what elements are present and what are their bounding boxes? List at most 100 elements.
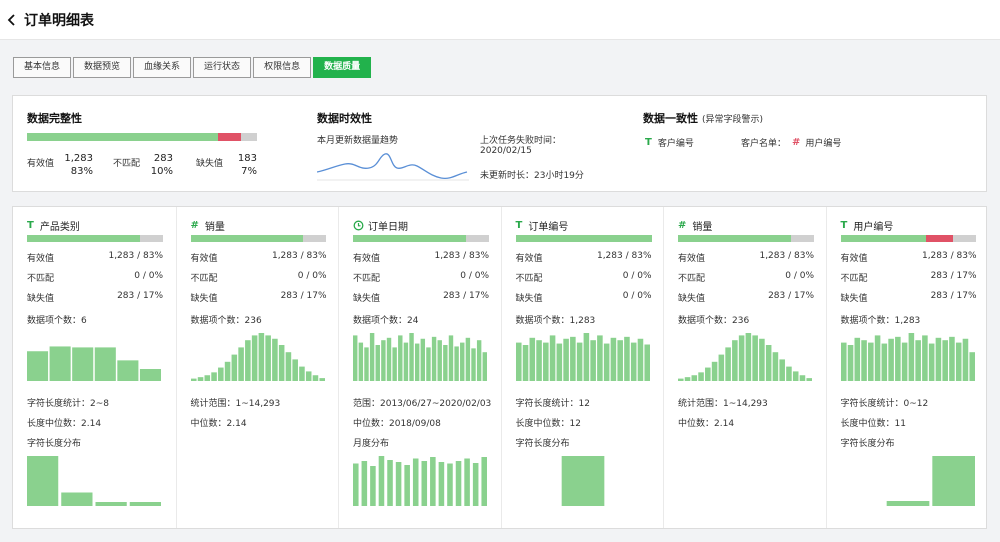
histogram-bar <box>738 335 745 381</box>
histogram-bar <box>854 337 860 381</box>
histogram-bar <box>616 340 623 381</box>
missing-row: 缺失值 283 / 17% <box>191 291 327 304</box>
tab-basic-info[interactable]: 基本信息 <box>13 57 72 78</box>
consistency-field-2-label: 用户编号 <box>805 139 842 149</box>
histogram-bar <box>117 360 139 381</box>
histogram-bar <box>471 348 476 381</box>
tab-permissions[interactable]: 权限信息 <box>253 57 312 78</box>
item-count-value: 236 <box>244 316 262 326</box>
mismatch-segment <box>217 133 241 141</box>
hash-icon: # <box>792 137 801 148</box>
item-count-value: 1,283 <box>569 316 596 326</box>
histogram-bar <box>643 344 650 381</box>
mismatch-segment <box>926 235 954 242</box>
tab-data-preview[interactable]: 数据预览 <box>73 57 132 78</box>
row-label: 缺失值 <box>515 294 543 304</box>
value-histogram <box>515 333 650 381</box>
distribution-bar <box>61 492 93 506</box>
distribution-bar <box>27 456 59 506</box>
column-card: T 产品类别 有效值 1,283 / 83% 不匹配 0 / 0% 缺失值 283 / 17%… <box>13 207 176 528</box>
distribution-bar <box>438 462 445 506</box>
column-header[interactable]: # 销量 <box>191 218 225 233</box>
stat-median: 中位数：2.14 <box>190 419 247 429</box>
consistency-pair-label: 客户名单： <box>741 139 787 149</box>
number-type-icon: # <box>678 220 687 231</box>
value-histogram <box>840 333 975 381</box>
row-label: 有效值 <box>27 254 55 264</box>
distribution-bar <box>378 456 385 506</box>
histogram-bar <box>426 347 431 381</box>
item-count-value: 1,283 <box>894 316 921 326</box>
histogram-bar <box>732 340 738 381</box>
item-count-label: 数据项个数： <box>840 316 895 326</box>
histogram-bar <box>860 340 867 381</box>
tab-run-status[interactable]: 运行状态 <box>193 57 252 78</box>
distribution-label: 字符长度分布 <box>515 439 570 449</box>
row-value: 0 / 0% <box>622 291 652 301</box>
missing-label: 缺失值 <box>196 159 224 169</box>
histogram-bar <box>874 335 880 381</box>
distribution-bar <box>472 463 479 506</box>
row-label: 不匹配 <box>678 274 706 284</box>
distribution-bar <box>455 461 462 506</box>
missing-segment <box>303 235 327 242</box>
histogram-bar <box>139 369 161 381</box>
completeness-bar <box>27 133 257 141</box>
row-label: 有效值 <box>840 254 868 264</box>
histogram-bar <box>711 361 718 381</box>
histogram-bar <box>623 336 630 381</box>
histogram-bar <box>908 333 914 381</box>
histogram-bar <box>244 340 251 381</box>
histogram-bar <box>49 346 71 381</box>
quality-bar <box>678 235 814 242</box>
summary-panel: 数据完整性 有效值 1,283 83% 不匹配 283 10% 缺失值 183 … <box>12 95 987 192</box>
stat-range: 字符长度统计：12 <box>515 399 590 409</box>
value-histogram <box>678 333 812 381</box>
histogram-bar <box>705 367 711 381</box>
tab-data-quality[interactable]: 数据质量 <box>313 57 372 78</box>
histogram-bar <box>948 336 955 381</box>
missing-segment <box>240 133 257 141</box>
item-count-label: 数据项个数： <box>515 316 570 326</box>
column-header[interactable]: 订单日期 <box>353 218 408 233</box>
missing-row: 缺失值 283 / 17% <box>27 291 163 304</box>
histogram-bar <box>847 345 853 381</box>
valid-segment <box>678 235 791 242</box>
histogram-bar <box>725 347 731 381</box>
row-label: 不匹配 <box>353 274 381 284</box>
mismatch-row: 不匹配 0 / 0% <box>516 271 652 284</box>
tab-bar: 基本信息 数据预览 血缘关系 运行状态 权限信息 数据质量 <box>13 57 372 78</box>
histogram-bar <box>881 343 887 381</box>
text-type-icon: T <box>645 137 652 148</box>
chevron-left-icon[interactable] <box>6 10 22 30</box>
valid-count: 1,283 <box>64 153 93 164</box>
mismatch-pct: 10% <box>150 166 173 177</box>
row-value: 1,283 / 83% <box>271 251 327 261</box>
item-count: 数据项个数：236 <box>678 313 749 326</box>
consistency-field-1[interactable]: T 客户编号 <box>645 136 694 149</box>
valid-pct: 83% <box>70 166 93 177</box>
item-count: 数据项个数：24 <box>353 313 418 326</box>
column-card: # 销量 有效值 1,283 / 83% 不匹配 0 / 0% 缺失值 283 / 17% 数据… <box>175 207 339 528</box>
histogram-bar <box>312 375 318 381</box>
tab-lineage[interactable]: 血缘关系 <box>133 57 192 78</box>
distribution-label: 月度分布 <box>353 439 390 449</box>
last-fail-label: 上次任务失败时间： <box>480 136 562 146</box>
histogram-bar <box>392 347 397 381</box>
histogram-bar <box>576 342 582 381</box>
row-label: 有效值 <box>190 254 218 264</box>
column-header[interactable]: T 用户编号 <box>841 218 894 233</box>
column-header[interactable]: T 订单编号 <box>516 218 569 233</box>
stat-median: 长度中位数：11 <box>840 419 906 429</box>
histogram-bar <box>482 352 487 381</box>
trend-label: 本月更新数据量趋势 <box>317 136 399 146</box>
distribution-histogram <box>353 456 487 506</box>
consistency-pair[interactable]: 客户名单： # 用户编号 <box>741 136 841 149</box>
histogram-bar <box>264 335 271 381</box>
mismatch-row: 不匹配 283 / 17% <box>841 271 977 284</box>
valid-segment <box>190 235 304 242</box>
quality-bar <box>27 235 163 242</box>
value-histogram <box>353 333 487 381</box>
column-header[interactable]: T 产品类别 <box>27 218 80 233</box>
column-header[interactable]: # 销量 <box>678 218 712 233</box>
